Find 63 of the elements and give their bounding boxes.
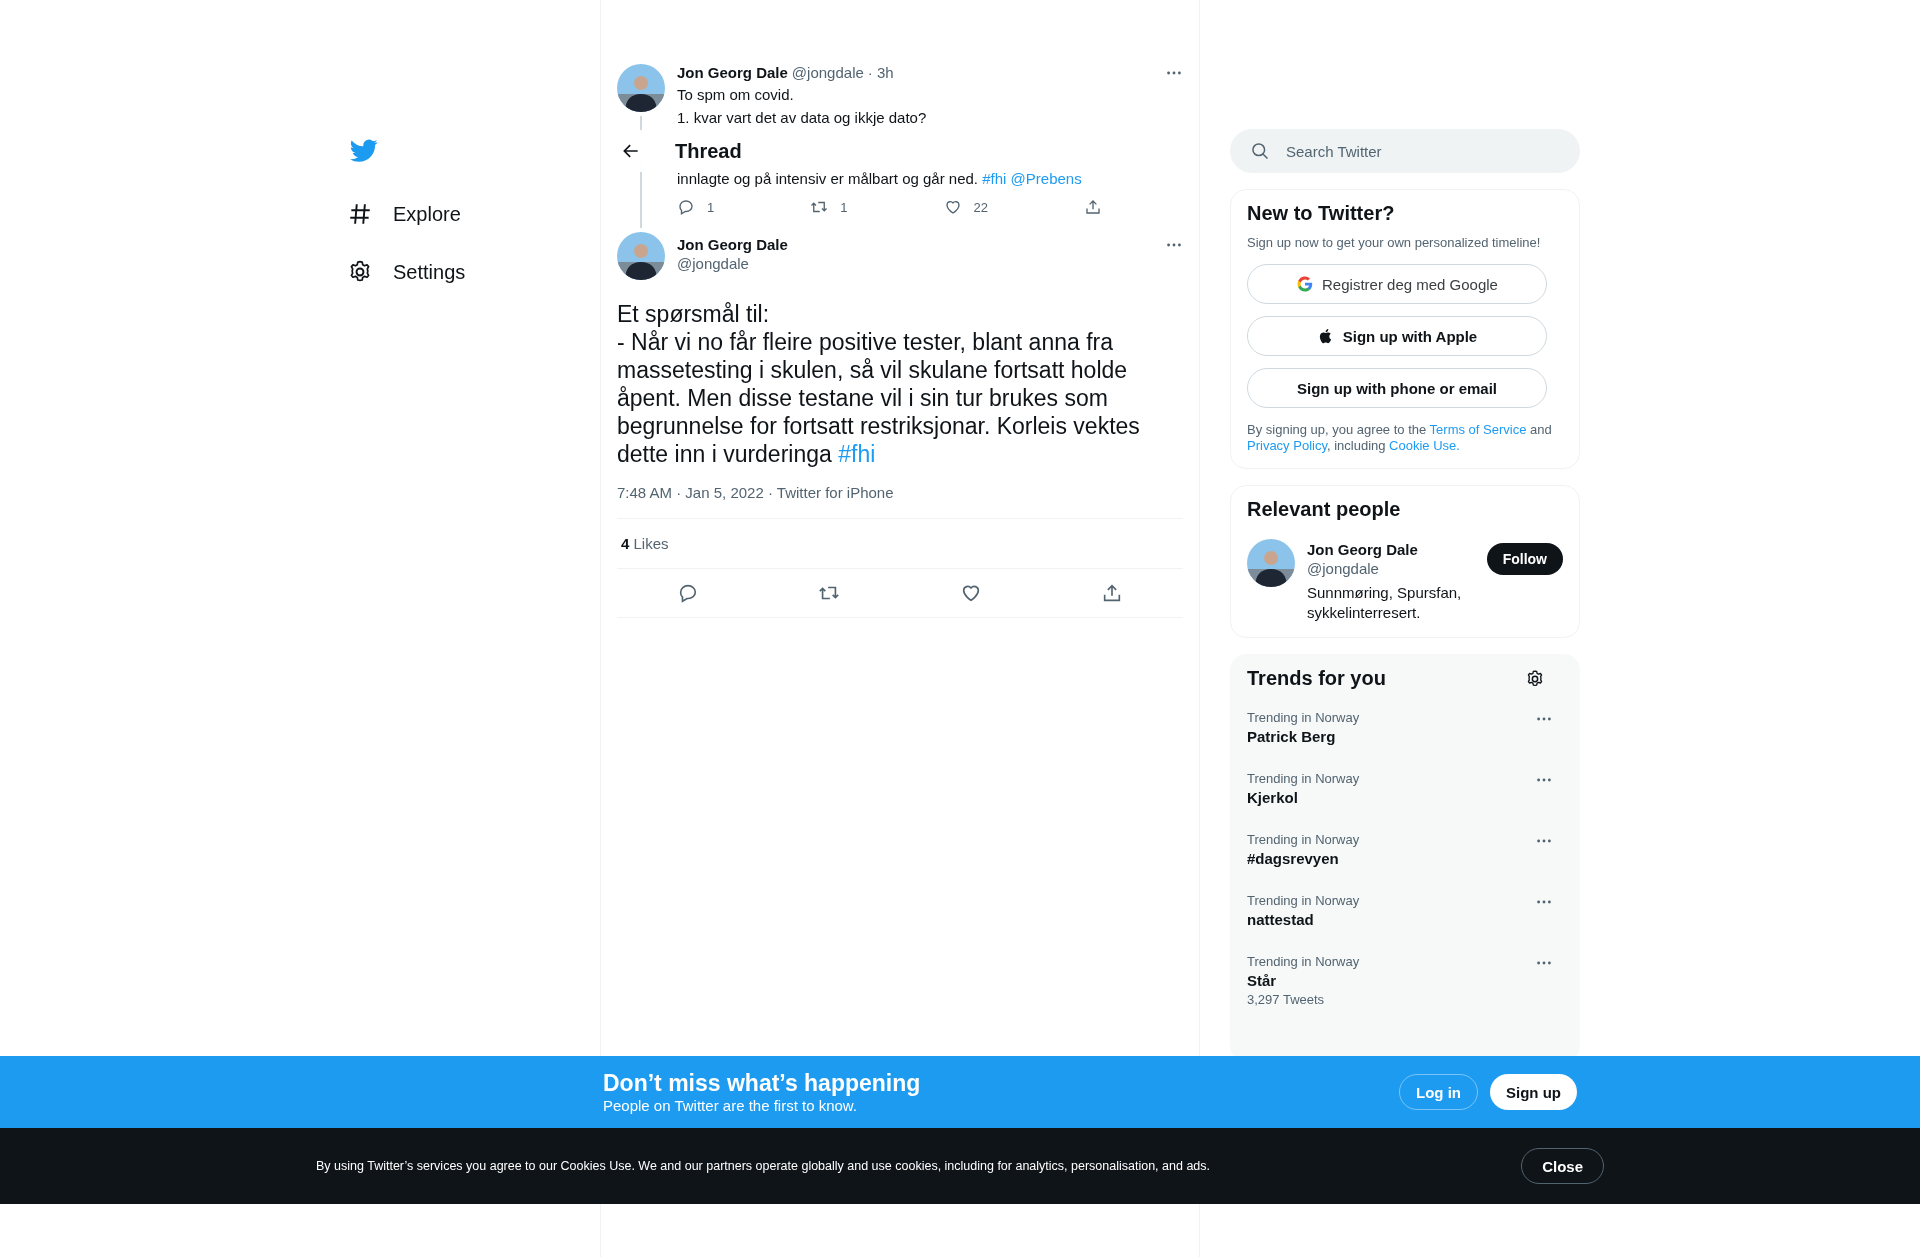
trend-name[interactable]: nattestad: [1247, 911, 1360, 928]
signup-button[interactable]: Sign up: [1490, 1074, 1577, 1110]
card-title: Trends for you: [1247, 667, 1386, 690]
more-icon[interactable]: [1535, 838, 1553, 844]
bird-icon[interactable]: [350, 139, 378, 163]
hash-icon: [347, 201, 373, 227]
search-field[interactable]: Search Twitter: [1230, 129, 1580, 173]
action-count: 22: [973, 199, 988, 215]
person-handle[interactable]: @jongdale: [1307, 560, 1475, 577]
page-title: Thread: [675, 139, 742, 163]
author-handle[interactable]: @jongdale: [791, 64, 864, 81]
more-icon[interactable]: [1535, 716, 1553, 722]
more-icon[interactable]: [1535, 960, 1553, 966]
trend-name[interactable]: Patrick Berg: [1247, 728, 1360, 745]
avatar[interactable]: [617, 232, 665, 280]
cookie-notice: By using Twitter’s services you agree to our Cookies Use. We and our partners operate globally and use cookies, including for analytics, personalisation, and ads.: [316, 1159, 1210, 1173]
person-bio: Sunnmøring, Spursfan, sykkelinterresert.: [1307, 583, 1463, 623]
heart-icon[interactable]: [943, 198, 962, 216]
signup-button[interactable]: Sign up with phone or email: [1247, 368, 1547, 408]
more-icon[interactable]: [1535, 899, 1553, 905]
follow-button[interactable]: Follow: [1486, 543, 1563, 575]
nav-item[interactable]: Settings: [347, 243, 600, 301]
signup-subtitle: Sign up now to get your own personalized timeline!: [1247, 235, 1542, 250]
trend-name[interactable]: Kjerkol: [1247, 789, 1360, 806]
share-icon[interactable]: [1084, 198, 1102, 216]
banner-title: Don’t miss what’s happening: [603, 1070, 921, 1097]
settings-icon[interactable]: [1525, 668, 1545, 689]
signup-button[interactable]: Sign up with Apple: [1247, 316, 1547, 356]
banner-subtitle: People on Twitter are the first to know.: [603, 1097, 859, 1114]
tweet-timestamp[interactable]: 7:48 AM · Jan 5, 2022 · Twitter for iPhone: [617, 484, 1183, 519]
tweet-text: Et spørsmål til: - Når vi no får fleire positive tester, blant anna fra massetesting i skulen, så vil skulane fortsatt holde åpent. Men disse testane vil i sin tur brukes som begrunnelse for fortsatt restriksjonar. Korleis vektes dette inn i vurderinga #fhi: [617, 300, 1141, 468]
trend-context: Trending in Norway: [1247, 832, 1360, 847]
trend-name[interactable]: #dagsrevyen: [1247, 850, 1360, 867]
tweet-text: To spm om covid.: [677, 85, 795, 104]
tweet-text: innlagte og på intensiv er målbart og går ned. #fhi @Prebens: [677, 169, 1083, 188]
more-icon[interactable]: [1165, 69, 1183, 76]
author-name[interactable]: Jon Georg Dale: [677, 64, 788, 81]
author-handle[interactable]: @jongdale: [677, 255, 788, 272]
search-icon: [1250, 141, 1270, 161]
tweet-time[interactable]: · 3h: [867, 64, 894, 81]
more-icon[interactable]: [1165, 242, 1183, 248]
tweet-count: 3,297 Tweets: [1247, 992, 1326, 1007]
signup-button[interactable]: Registrer deg med Google: [1247, 264, 1547, 304]
trend-context: Trending in Norway: [1247, 771, 1360, 786]
trend-name[interactable]: Står: [1247, 972, 1360, 989]
card-title: Relevant people: [1247, 498, 1402, 521]
avatar[interactable]: [1247, 539, 1295, 587]
person-name[interactable]: Jon Georg Dale: [1307, 541, 1475, 558]
action-count: 1: [707, 199, 715, 215]
legal-text: By signing up, you agree to the Terms of Service and Privacy Policy, including Cookie Use.: [1247, 422, 1553, 454]
action-count: 1: [840, 199, 848, 215]
avatar[interactable]: [617, 64, 665, 112]
google-icon: [1296, 275, 1315, 293]
trend-context: Trending in Norway: [1247, 954, 1360, 969]
tweet-text: 1. kvar vart det av data og ikkje dato?: [677, 108, 928, 127]
reply-icon[interactable]: [677, 198, 695, 216]
trend-context: Trending in Norway: [1247, 893, 1360, 908]
likes-count[interactable]: 4 Likes: [621, 535, 669, 552]
trend-context: Trending in Norway: [1247, 710, 1360, 725]
card-title: New to Twitter?: [1247, 202, 1396, 225]
more-icon[interactable]: [1535, 777, 1553, 783]
nav-item[interactable]: Explore: [347, 185, 600, 243]
author-name[interactable]: Jon Georg Dale: [677, 236, 788, 253]
